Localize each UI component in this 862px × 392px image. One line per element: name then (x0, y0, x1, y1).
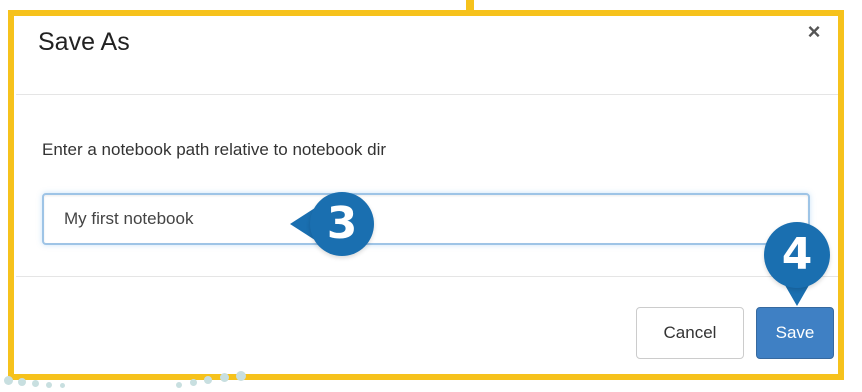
save-as-dialog: Save As × Enter a notebook path relative… (16, 16, 838, 373)
decorative-dots (0, 366, 260, 392)
dialog-footer: Cancel Save (16, 277, 838, 373)
decorative-dot (32, 380, 39, 387)
screenshot-stage: Save As × Enter a notebook path relative… (0, 0, 862, 392)
decorative-dot (60, 383, 65, 388)
cancel-button[interactable]: Cancel (636, 307, 744, 359)
decorative-dot (190, 379, 197, 386)
notebook-path-input[interactable] (42, 193, 810, 245)
decorative-dot (236, 371, 246, 381)
decorative-dot (176, 382, 182, 388)
save-button[interactable]: Save (756, 307, 834, 359)
dialog-body: Enter a notebook path relative to notebo… (16, 95, 838, 277)
dialog-title: Save As (38, 28, 130, 56)
decorative-dot (220, 373, 229, 382)
decorative-dot (204, 376, 212, 384)
decorative-dot (18, 378, 26, 386)
decorative-dot (46, 382, 52, 388)
highlight-connector (466, 0, 474, 16)
dialog-header: Save As × (16, 16, 838, 95)
decorative-dot (4, 376, 13, 385)
path-prompt-label: Enter a notebook path relative to notebo… (42, 140, 387, 159)
step-3-callout: 3 (310, 192, 374, 256)
step-4-callout: 4 (764, 222, 830, 288)
close-icon[interactable]: × (802, 20, 826, 44)
